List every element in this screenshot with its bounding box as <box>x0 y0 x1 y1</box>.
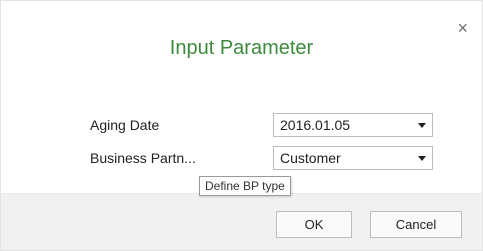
business-partner-label: Business Partn... <box>90 150 196 166</box>
input-parameter-dialog: × Input Parameter Aging Date 2016.01.05 … <box>0 0 483 251</box>
aging-date-dropdown[interactable]: 2016.01.05 <box>273 113 433 137</box>
dialog-title: Input Parameter <box>169 37 314 59</box>
aging-date-value: 2016.01.05 <box>280 117 351 133</box>
business-partner-value: Customer <box>280 150 341 166</box>
chevron-down-icon <box>418 156 426 161</box>
aging-date-label: Aging Date <box>90 117 160 133</box>
chevron-down-icon <box>418 123 426 128</box>
business-partner-dropdown[interactable]: Customer <box>273 146 433 170</box>
tooltip: Define BP type <box>199 176 291 196</box>
ok-button[interactable]: OK <box>276 211 352 238</box>
cancel-button[interactable]: Cancel <box>370 211 462 238</box>
close-icon[interactable]: × <box>457 19 468 37</box>
